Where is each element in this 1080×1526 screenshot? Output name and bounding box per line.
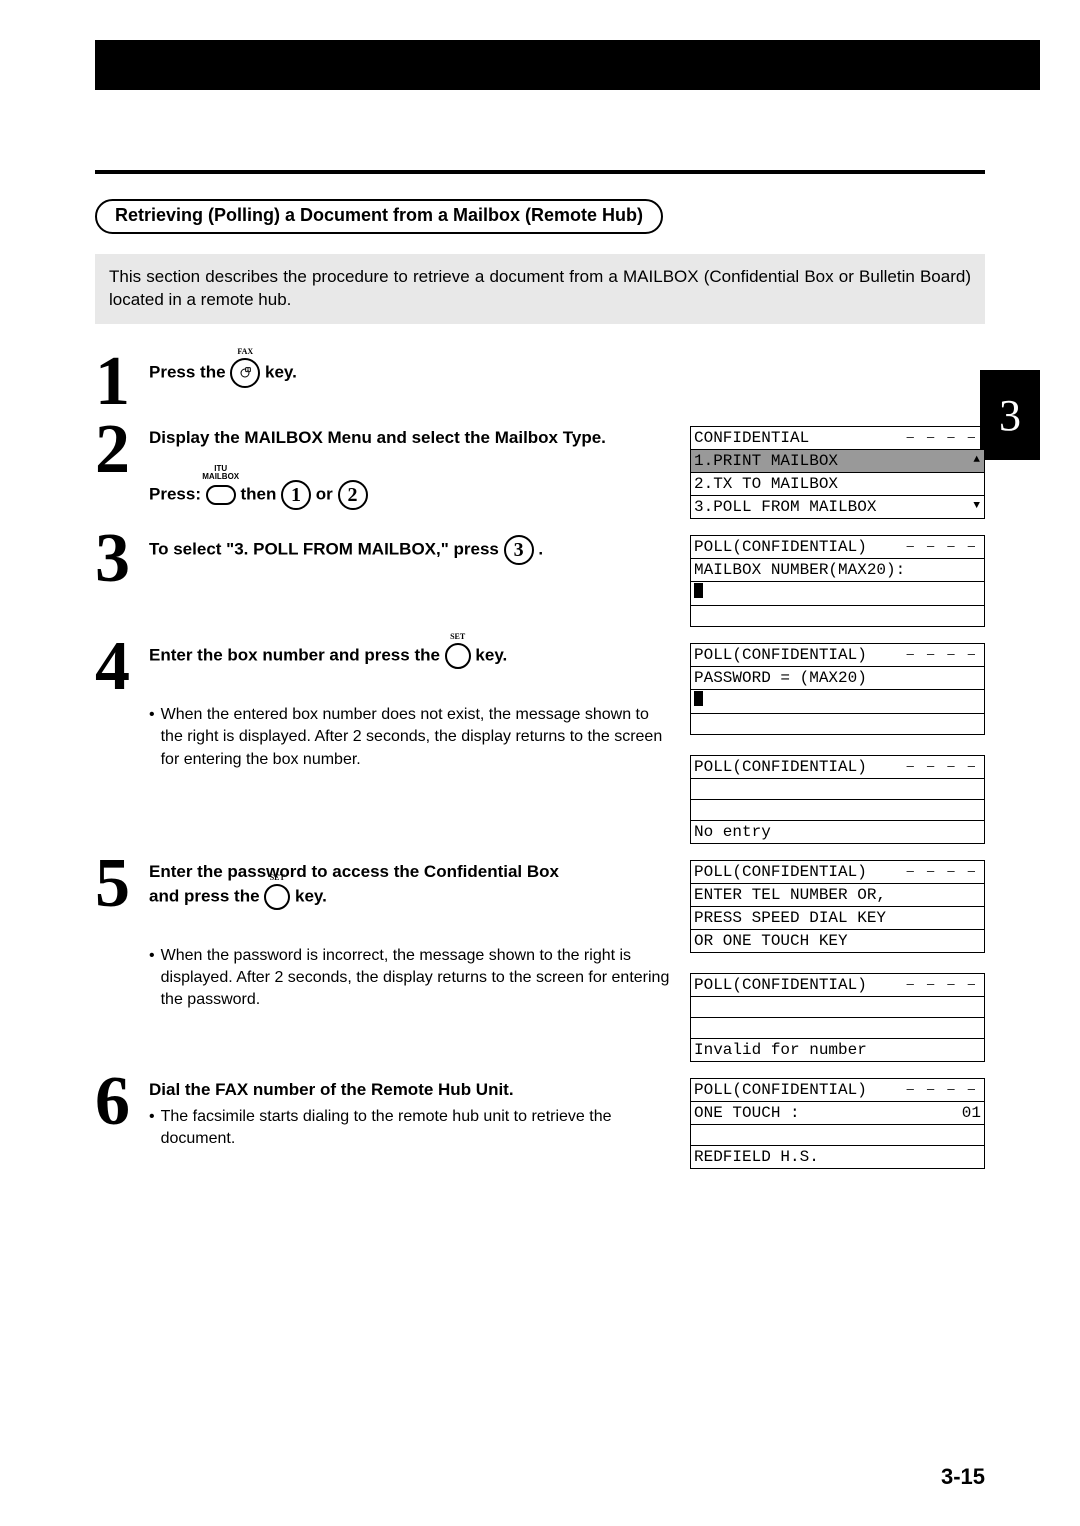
step-number: 2 bbox=[95, 422, 141, 519]
set-key-icon: SET bbox=[445, 643, 471, 669]
digit-3-key-icon: 3 bbox=[504, 535, 534, 565]
set-key-icon: SET bbox=[264, 884, 290, 910]
lcd-line: MAILBOX NUMBER(MAX20): bbox=[691, 559, 984, 582]
lcd-line bbox=[691, 714, 984, 735]
manual-page: 3 Retrieving (Polling) a Document from a… bbox=[0, 0, 1080, 1526]
lcd-line: POLL(CONFIDENTIAL)— — — — bbox=[691, 644, 984, 667]
lcd-line: POLL(CONFIDENTIAL)— — — — bbox=[691, 756, 984, 779]
step-text: key. bbox=[475, 645, 507, 664]
fax-key-label: FAX bbox=[237, 346, 253, 357]
lcd-line bbox=[691, 997, 984, 1018]
press-label: Press: bbox=[149, 484, 206, 503]
section-rule bbox=[95, 170, 985, 174]
step-text: Enter the box number and press the bbox=[149, 645, 445, 664]
period: . bbox=[538, 539, 543, 558]
lcd-line bbox=[691, 779, 984, 800]
note-text: The facsimile starts dialing to the remo… bbox=[161, 1106, 672, 1151]
lcd-line: PRESS SPEED DIAL KEY bbox=[691, 907, 984, 930]
step-text: and press the bbox=[149, 886, 264, 905]
lcd-line: CONFIDENTIAL— — — — bbox=[691, 427, 984, 450]
lcd-display: POLL(CONFIDENTIAL)— — — — No entry bbox=[690, 755, 985, 844]
lcd-line: POLL(CONFIDENTIAL)— — — — bbox=[691, 1079, 984, 1102]
step-heading: Display the MAILBOX Menu and select the … bbox=[149, 426, 672, 450]
step-text: To select "3. POLL FROM MAILBOX," press bbox=[149, 539, 504, 558]
lcd-line: 2.TX TO MAILBOX bbox=[691, 473, 984, 496]
lcd-line bbox=[691, 1018, 984, 1039]
step-5: 5 Enter the password to access the Confi… bbox=[95, 856, 985, 1062]
fax-icon bbox=[237, 365, 253, 381]
step-text: key. bbox=[265, 362, 297, 381]
lcd-line: REDFIELD H.S. bbox=[691, 1146, 984, 1169]
fax-key-icon: FAX bbox=[230, 358, 260, 388]
lcd-line-cursor bbox=[691, 582, 984, 606]
down-triangle-icon: ▼ bbox=[973, 500, 980, 514]
then-label: then bbox=[240, 484, 281, 503]
page-number: 3-15 bbox=[941, 1464, 985, 1490]
lcd-line-cursor bbox=[691, 690, 984, 714]
lcd-display: POLL(CONFIDENTIAL)— — — — MAILBOX NUMBER… bbox=[690, 535, 985, 627]
header-black-bar bbox=[95, 40, 1040, 90]
lcd-line: 3.POLL FROM MAILBOX▼ bbox=[691, 496, 984, 519]
chapter-tab: 3 bbox=[980, 370, 1040, 460]
step-1: 1 Press the FAX key. bbox=[95, 354, 985, 410]
lcd-display: POLL(CONFIDENTIAL)— — — — ONE TOUCH :01 … bbox=[690, 1078, 985, 1169]
lcd-line: Invalid for number bbox=[691, 1039, 984, 1062]
step-number: 3 bbox=[95, 531, 141, 627]
step-4: 4 Enter the box number and press the SET… bbox=[95, 639, 985, 844]
lcd-line: ONE TOUCH :01 bbox=[691, 1102, 984, 1125]
lcd-line: No entry bbox=[691, 821, 984, 844]
digit-2-key-icon: 2 bbox=[338, 480, 368, 510]
note-text: When the entered box number does not exi… bbox=[161, 704, 672, 771]
or-label: or bbox=[316, 484, 338, 503]
step-text: key. bbox=[295, 886, 327, 905]
bullet-icon: • bbox=[149, 1106, 155, 1151]
lcd-line bbox=[691, 606, 984, 627]
step-heading-line1: Enter the password to access the Confide… bbox=[149, 860, 672, 884]
steps-container: 1 Press the FAX key. 2 bbox=[95, 354, 985, 1169]
section-title-pill: Retrieving (Polling) a Document from a M… bbox=[95, 199, 663, 234]
lcd-line: 1.PRINT MAILBOX▲ bbox=[691, 450, 984, 473]
set-key-label: SET bbox=[450, 631, 465, 642]
set-key-label: SET bbox=[270, 872, 285, 883]
digit-1-key-icon: 1 bbox=[281, 480, 311, 510]
step-3: 3 To select "3. POLL FROM MAILBOX," pres… bbox=[95, 531, 985, 627]
lcd-line: POLL(CONFIDENTIAL)— — — — bbox=[691, 974, 984, 997]
lcd-display: POLL(CONFIDENTIAL)— — — — PASSWORD = (MA… bbox=[690, 643, 985, 735]
lcd-line: PASSWORD = (MAX20) bbox=[691, 667, 984, 690]
step-number: 6 bbox=[95, 1074, 141, 1169]
intro-paragraph: This section describes the procedure to … bbox=[95, 254, 985, 324]
lcd-line: POLL(CONFIDENTIAL)— — — — bbox=[691, 861, 984, 884]
lcd-line: POLL(CONFIDENTIAL)— — — — bbox=[691, 536, 984, 559]
step-heading: Dial the FAX number of the Remote Hub Un… bbox=[149, 1078, 672, 1102]
lcd-line: ENTER TEL NUMBER OR, bbox=[691, 884, 984, 907]
itu-mailbox-key-icon: ITUMAILBOX bbox=[206, 485, 236, 505]
mailbox-label: MAILBOX bbox=[202, 472, 239, 481]
note-text: When the password is incorrect, the mess… bbox=[161, 945, 672, 1012]
step-number: 1 bbox=[95, 354, 141, 410]
step-number: 4 bbox=[95, 639, 141, 844]
lcd-display: CONFIDENTIAL— — — — 1.PRINT MAILBOX▲ 2.T… bbox=[690, 426, 985, 519]
lcd-line bbox=[691, 800, 984, 821]
step-number: 5 bbox=[95, 856, 141, 1062]
step-2: 2 Display the MAILBOX Menu and select th… bbox=[95, 422, 985, 519]
step-text: Press the bbox=[149, 362, 230, 381]
bullet-icon: • bbox=[149, 945, 155, 1012]
bullet-icon: • bbox=[149, 704, 155, 771]
lcd-line: OR ONE TOUCH KEY bbox=[691, 930, 984, 953]
step-6: 6 Dial the FAX number of the Remote Hub … bbox=[95, 1074, 985, 1169]
lcd-line bbox=[691, 1125, 984, 1146]
lcd-display: POLL(CONFIDENTIAL)— — — — Invalid for nu… bbox=[690, 973, 985, 1062]
up-triangle-icon: ▲ bbox=[973, 454, 980, 468]
lcd-display: POLL(CONFIDENTIAL)— — — — ENTER TEL NUMB… bbox=[690, 860, 985, 953]
